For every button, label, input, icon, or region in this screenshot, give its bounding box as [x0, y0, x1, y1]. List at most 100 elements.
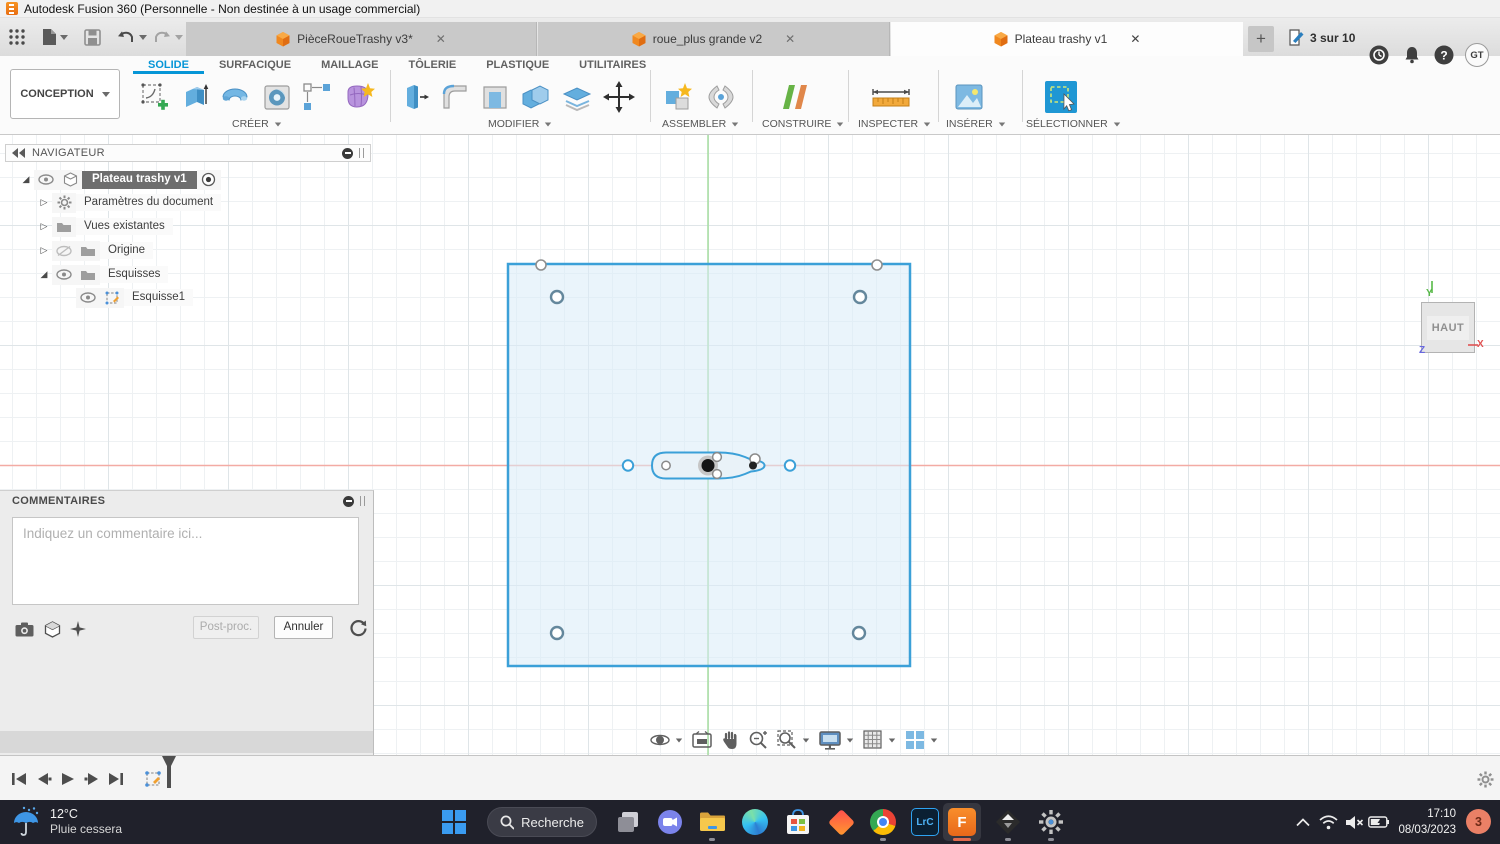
pan-icon[interactable] — [721, 730, 739, 750]
timeline-position-marker[interactable] — [158, 762, 180, 784]
timeline-step-back-icon[interactable] — [33, 768, 55, 790]
combine-button[interactable] — [516, 78, 554, 116]
group-label-construire[interactable]: CONSTRUIRE — [762, 118, 844, 130]
construct-plane-button[interactable] — [775, 78, 813, 116]
taskbar-search[interactable]: Recherche — [487, 807, 597, 837]
cancel-comment-button[interactable]: Annuler — [274, 616, 333, 639]
move-button[interactable] — [600, 78, 638, 116]
tab-tolerie[interactable]: TÔLERIE — [394, 57, 472, 74]
microsoft-store-icon[interactable] — [784, 808, 812, 836]
panel-minimize-icon[interactable] — [342, 148, 353, 159]
tab-close-icon[interactable]: ✕ — [785, 32, 795, 46]
visibility-eye-icon[interactable] — [76, 288, 100, 308]
sketch-point[interactable] — [872, 260, 882, 270]
undo-icon[interactable] — [116, 25, 147, 49]
edge-browser-icon[interactable] — [741, 808, 769, 836]
tree-row-named-views[interactable]: ▷ Vues existantes — [36, 216, 173, 237]
revolve-button[interactable] — [216, 78, 254, 116]
help-icon[interactable]: ? — [1433, 44, 1455, 66]
post-comment-button[interactable]: Post-proc. — [193, 616, 259, 639]
visibility-eye-icon[interactable] — [52, 265, 76, 285]
redo-icon[interactable] — [152, 25, 183, 49]
group-label-modifier[interactable]: MODIFIER — [488, 118, 552, 130]
measure-button[interactable] — [866, 78, 916, 116]
origin-point[interactable] — [702, 459, 715, 472]
inkscape-icon[interactable] — [994, 808, 1022, 836]
expander-closed-icon[interactable]: ▷ — [36, 245, 52, 256]
group-label-assembler[interactable]: ASSEMBLER — [662, 118, 739, 130]
sketch-point[interactable] — [536, 260, 546, 270]
expander-closed-icon[interactable]: ▷ — [36, 197, 52, 208]
comments-header[interactable]: COMMENTAIRES — [0, 491, 373, 511]
notification-badge[interactable]: 3 — [1466, 809, 1491, 834]
attach-view-cube-icon[interactable] — [38, 615, 66, 643]
tab-solide[interactable]: SOLIDE — [133, 57, 204, 74]
sketch-hole-circle[interactable] — [854, 291, 866, 303]
wifi-icon[interactable] — [1314, 808, 1342, 836]
panel-grip-icon[interactable] — [359, 148, 364, 158]
tab-maillage[interactable]: MAILLAGE — [306, 57, 393, 74]
visibility-off-icon[interactable] — [52, 241, 76, 261]
add-marker-icon[interactable] — [64, 615, 92, 643]
diamond-app-icon[interactable] — [827, 808, 855, 836]
activate-radio-icon[interactable] — [197, 170, 221, 190]
timeline-step-forward-icon[interactable] — [81, 768, 103, 790]
select-button[interactable] — [1042, 78, 1080, 116]
tree-item-label[interactable]: Origine — [100, 242, 153, 259]
timeline-play-icon[interactable] — [57, 768, 79, 790]
weather-widget[interactable]: 12°C Pluie cessera — [12, 805, 122, 837]
group-label-inspecter[interactable]: INSPECTER — [858, 118, 931, 130]
tree-item-label[interactable]: Esquisse1 — [124, 289, 193, 306]
tree-row-sketch1[interactable]: Esquisse1 — [76, 287, 193, 308]
sketch-hole-circle[interactable] — [853, 627, 865, 639]
extension-manager-icon[interactable] — [1368, 44, 1390, 66]
save-icon[interactable] — [84, 25, 101, 49]
chat-icon[interactable] — [656, 808, 684, 836]
job-status[interactable]: 3 sur 10 — [1288, 29, 1355, 46]
tree-item-label[interactable]: Paramètres du document — [76, 194, 221, 211]
zoom-icon[interactable] — [748, 730, 768, 750]
new-tab-button[interactable]: + — [1248, 26, 1274, 52]
fit-icon[interactable] — [777, 730, 810, 750]
viewports-icon[interactable] — [905, 730, 938, 750]
lightroom-classic-icon[interactable]: LrC — [911, 808, 939, 836]
tree-root-label[interactable]: Plateau trashy v1 — [82, 171, 197, 189]
timeline-go-start-icon[interactable] — [8, 768, 30, 790]
group-label-selectionner[interactable]: SÉLECTIONNER — [1026, 118, 1121, 130]
document-tab-1[interactable]: PièceRoueTrashy v3* ✕ — [186, 22, 537, 56]
app-grid-icon[interactable] — [8, 25, 26, 49]
sketch-point-highlighted[interactable] — [623, 460, 633, 470]
display-settings-icon[interactable] — [819, 730, 854, 750]
start-button[interactable] — [440, 808, 468, 836]
grid-settings-icon[interactable] — [863, 730, 896, 750]
expander-open-icon[interactable]: ◢ — [36, 269, 52, 280]
tab-close-icon[interactable]: ✕ — [1130, 32, 1140, 46]
modeling-canvas[interactable]: Y HAUT X Z — [0, 135, 1500, 755]
new-component-button[interactable] — [660, 78, 698, 116]
file-menu-icon[interactable] — [42, 25, 68, 49]
sketch-point-highlighted[interactable] — [785, 460, 795, 470]
fusion360-taskbar-active[interactable]: F — [943, 803, 981, 841]
chrome-icon[interactable] — [869, 808, 897, 836]
refresh-icon[interactable] — [344, 614, 372, 642]
comment-input[interactable] — [12, 517, 359, 605]
tab-close-icon[interactable]: ✕ — [436, 32, 446, 46]
joint-button[interactable] — [702, 78, 740, 116]
sketch-point-selected[interactable] — [749, 462, 757, 470]
tree-row-origin[interactable]: ▷ Origine — [36, 240, 153, 261]
sketch-hole-circle[interactable] — [551, 627, 563, 639]
insert-image-button[interactable] — [950, 78, 988, 116]
tree-row-document-settings[interactable]: ▷ Paramètres du document — [36, 192, 221, 213]
workspace-selector[interactable]: CONCEPTION — [10, 69, 120, 119]
tree-row-root[interactable]: ◢ Plateau trashy v1 — [18, 169, 221, 190]
user-avatar[interactable]: GT — [1465, 43, 1489, 67]
group-label-inserer[interactable]: INSÉRER — [946, 118, 1006, 130]
create-sketch-button[interactable] — [136, 78, 174, 116]
sketch-point[interactable] — [662, 461, 670, 469]
expander-open-icon[interactable]: ◢ — [18, 174, 34, 185]
orbit-icon[interactable] — [650, 730, 683, 750]
task-view-icon[interactable] — [614, 808, 642, 836]
press-pull-button[interactable] — [396, 78, 434, 116]
viewcube[interactable]: HAUT — [1421, 302, 1475, 353]
document-tab-2[interactable]: roue_plus grande v2 ✕ — [538, 22, 890, 56]
